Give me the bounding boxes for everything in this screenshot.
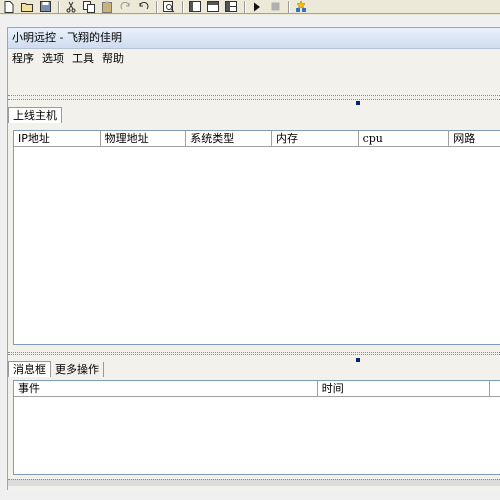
toolbar-placeholder-line bbox=[8, 99, 500, 101]
messages-list-header: 事件 时间 bbox=[14, 381, 500, 397]
column-event[interactable]: 事件 bbox=[14, 381, 318, 396]
resize-handle[interactable] bbox=[356, 358, 360, 362]
status-strip bbox=[8, 479, 500, 486]
toolbar-placeholder-line bbox=[8, 95, 500, 97]
hosts-list[interactable]: IP地址 物理地址 系统类型 内存 cpu 网路 bbox=[13, 130, 500, 345]
stop-icon[interactable] bbox=[268, 1, 282, 13]
redo-icon[interactable] bbox=[118, 1, 132, 13]
splitter-line bbox=[8, 354, 500, 356]
new-file-icon[interactable] bbox=[2, 0, 16, 13]
messages-list[interactable]: 事件 时间 bbox=[13, 380, 500, 475]
menu-bar: 程序 选项 工具 帮助 bbox=[8, 49, 500, 67]
column-time[interactable]: 时间 bbox=[318, 381, 491, 396]
run-icon[interactable] bbox=[250, 1, 264, 13]
paste-icon[interactable] bbox=[100, 1, 114, 13]
column-os-type[interactable]: 系统类型 bbox=[186, 131, 272, 146]
column-filler bbox=[490, 381, 500, 396]
tab-more-actions[interactable]: 更多操作 bbox=[51, 362, 104, 377]
tab-message-box[interactable]: 消息框 bbox=[8, 361, 51, 377]
toolbar-separator bbox=[244, 0, 246, 13]
save-icon[interactable] bbox=[38, 1, 52, 13]
toolbar-separator bbox=[156, 0, 158, 13]
column-memory[interactable]: 内存 bbox=[272, 131, 359, 146]
build-icon[interactable] bbox=[294, 0, 308, 13]
column-cpu[interactable]: cpu bbox=[359, 131, 450, 146]
toolbar-separator bbox=[58, 0, 60, 13]
menu-item-options[interactable]: 选项 bbox=[42, 50, 64, 66]
column-network[interactable]: 网路 bbox=[449, 131, 500, 146]
tab-online-hosts[interactable]: 上线主机 bbox=[8, 107, 62, 123]
menu-item-program[interactable]: 程序 bbox=[12, 50, 34, 66]
hosts-list-header: IP地址 物理地址 系统类型 内存 cpu 网路 bbox=[14, 131, 500, 147]
cut-icon[interactable] bbox=[64, 1, 78, 13]
window-title: 小明远控 - 飞翔的佳明 bbox=[8, 28, 500, 49]
copy-icon[interactable] bbox=[82, 0, 96, 13]
messages-tab-strip: 消息框 更多操作 bbox=[8, 361, 104, 377]
menu-item-help[interactable]: 帮助 bbox=[102, 50, 124, 66]
toolbar-separator bbox=[288, 0, 290, 13]
resize-handle[interactable] bbox=[356, 101, 360, 105]
column-mac-address[interactable]: 物理地址 bbox=[101, 131, 187, 146]
layout-grid-icon[interactable] bbox=[224, 1, 238, 13]
column-ip-address[interactable]: IP地址 bbox=[14, 131, 101, 146]
ide-toolbar bbox=[0, 0, 500, 14]
open-folder-icon[interactable] bbox=[20, 1, 34, 13]
toolbar-separator bbox=[182, 0, 184, 13]
layout-left-icon[interactable] bbox=[188, 1, 202, 13]
find-icon[interactable] bbox=[162, 0, 176, 13]
undo-icon[interactable] bbox=[136, 1, 150, 13]
form-window: 小明远控 - 飞翔的佳明 程序 选项 工具 帮助 上线主机 IP地址 物理地址 … bbox=[7, 27, 500, 490]
hosts-tab-strip: 上线主机 bbox=[8, 107, 62, 123]
menu-item-tools[interactable]: 工具 bbox=[72, 50, 94, 66]
layout-top-icon[interactable] bbox=[206, 1, 220, 13]
